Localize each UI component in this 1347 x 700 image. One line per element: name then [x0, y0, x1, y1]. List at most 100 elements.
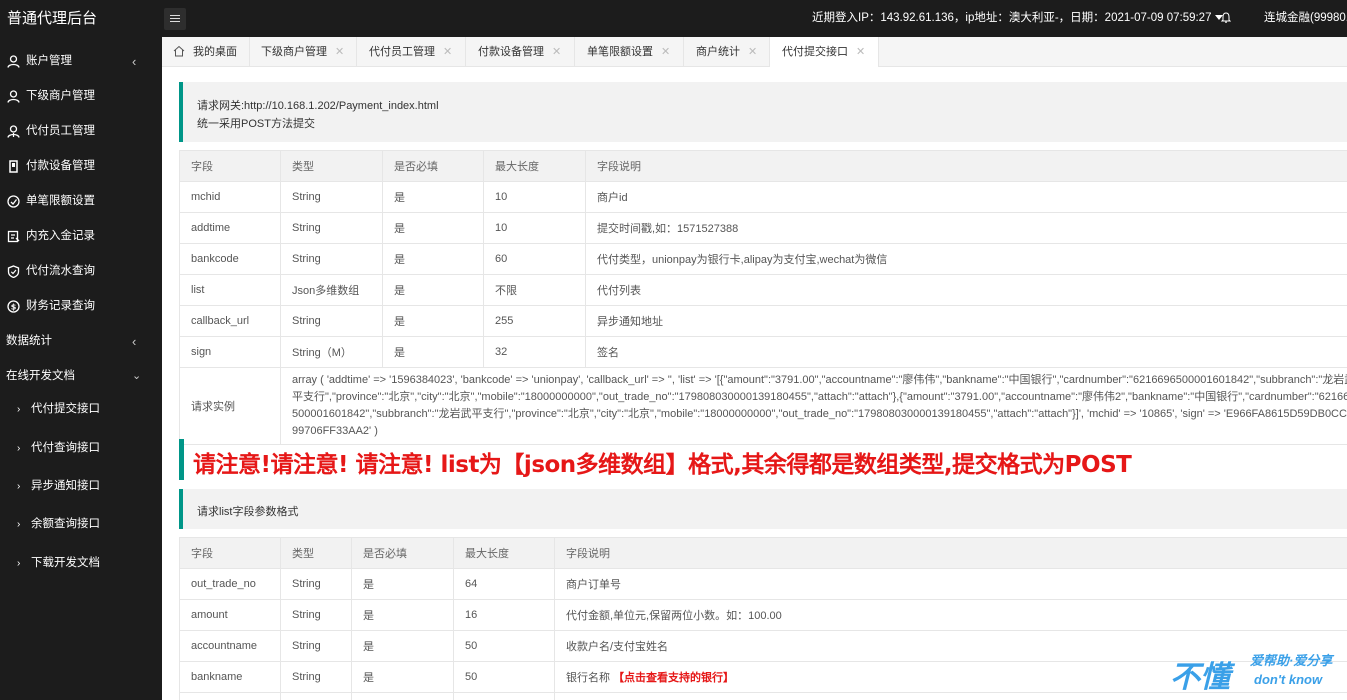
tab-my-desktop[interactable]: 我的桌面 — [162, 37, 250, 67]
sidebar-item-label: 账户管理 — [26, 55, 72, 67]
chevron-down-icon: ⌄ — [132, 370, 142, 382]
user-name[interactable]: 连城金融(99980.5 — [1264, 0, 1347, 37]
tab-payout-staff[interactable]: 代付员工管理 ✕ — [357, 37, 466, 67]
table-header: 字段 — [179, 537, 281, 569]
watermark-subtext: don't know — [1254, 672, 1323, 687]
table-cell: 不限 — [483, 274, 586, 306]
table-cell: 是 — [351, 599, 454, 631]
sidebar-item-sub-merchant[interactable]: 下级商户管理 — [0, 79, 162, 114]
brand-title: 普通代理后台 — [7, 10, 98, 27]
table-header: 字段说明 — [585, 150, 1347, 182]
tab-sub-merchant[interactable]: 下级商户管理 ✕ — [250, 37, 357, 67]
sidebar-item-label: 代付员工管理 — [26, 125, 95, 137]
main-content: 请求网关:http://10.168.1.202/Payment_index.h… — [162, 67, 1347, 700]
table-cell: 商户订单号 — [554, 568, 1347, 600]
users-icon — [7, 125, 20, 138]
table-cell: 64 — [453, 568, 555, 600]
gauge-icon — [7, 195, 20, 208]
money-icon: $ — [7, 300, 20, 313]
table-cell — [280, 692, 352, 700]
table-cell: 代付金额,单位元,保留两位小数。如：100.00 — [554, 599, 1347, 631]
watermark-logo: 不懂 爱帮助·爱分享 don't know — [1170, 648, 1340, 698]
table-cell: String — [280, 243, 383, 275]
table-cell: 255 — [483, 305, 586, 337]
table-cell: 提交时间戳,如：1571527388 — [585, 212, 1347, 244]
sidebar-item-label: 单笔限额设置 — [26, 195, 95, 207]
sidebar-item-payout-flow[interactable]: 代付流水查询 — [0, 254, 162, 289]
record-icon — [7, 230, 20, 243]
bell-icon[interactable] — [1221, 12, 1231, 24]
close-icon[interactable]: ✕ — [335, 46, 344, 58]
tab-payout-submit[interactable]: 代付提交接口 ✕ — [770, 37, 879, 68]
table-cell: String — [280, 661, 352, 693]
sidebar-group-label: 在线开发文档 — [6, 370, 75, 382]
table-cell: 16 — [453, 599, 555, 631]
sidebar-subitem-async-notify[interactable]: › 异步通知接口 — [0, 469, 162, 504]
menu-toggle-button[interactable] — [164, 8, 186, 30]
tab-payment-device[interactable]: 付款设备管理 ✕ — [466, 37, 575, 67]
table-cell: 是 — [351, 630, 454, 662]
table-header: 字段 — [179, 150, 281, 182]
sidebar-subitem-balance-query[interactable]: › 余额查询接口 — [0, 507, 162, 542]
sidebar-subitem-label: 下载开发文档 — [31, 557, 100, 569]
tab-label: 代付员工管理 — [369, 46, 435, 58]
table-cell: 10 — [483, 181, 586, 213]
sidebar-group-dev-docs[interactable]: 在线开发文档 ⌄ — [0, 359, 162, 394]
sidebar-item-payout-staff[interactable]: 代付员工管理 — [0, 114, 162, 149]
sidebar-subitem-payout-query[interactable]: › 代付查询接口 — [0, 431, 162, 466]
sidebar-subitem-label: 异步通知接口 — [31, 480, 100, 492]
sidebar-item-label: 付款设备管理 — [26, 160, 95, 172]
sidebar-item-payment-device[interactable]: 付款设备管理 — [0, 149, 162, 184]
table-cell: mchid — [179, 181, 281, 213]
sidebar-subitem-label: 代付提交接口 — [31, 403, 100, 415]
sidebar-group-statistics[interactable]: 数据统计 ‹ — [0, 324, 162, 359]
sidebar-item-deposit-records[interactable]: 内充入金记录 — [0, 219, 162, 254]
chevron-left-icon: ‹ — [132, 334, 137, 349]
close-icon[interactable]: ✕ — [856, 46, 865, 58]
chevron-left-icon: ‹ — [132, 54, 137, 69]
shield-icon — [7, 265, 20, 278]
sidebar-subitem-payout-submit[interactable]: › 代付提交接口 — [0, 392, 162, 427]
sidebar-item-account[interactable]: 账户管理 ‹ — [0, 44, 162, 79]
login-info[interactable]: 近期登入IP：143.92.61.136，ip地址：澳大利亚-，日期：2021-… — [812, 0, 1224, 37]
table-cell: String — [280, 630, 352, 662]
table-cell: 是 — [382, 336, 484, 368]
table-row: out_trade_no String 是 64 商户订单号 — [179, 568, 1347, 600]
chevron-right-icon: › — [17, 404, 21, 415]
supported-banks-link[interactable]: 【点击查看支持的银行】 — [613, 672, 734, 684]
table-row: list Json多维数组 是 不限 代付列表 — [179, 274, 1347, 306]
table-header: 是否必填 — [382, 150, 484, 182]
tab-label: 我的桌面 — [193, 46, 237, 58]
login-info-text: 近期登入IP：143.92.61.136，ip地址：澳大利亚-，日期：2021-… — [812, 12, 1212, 24]
table-cell: String（M） — [280, 336, 383, 368]
close-icon[interactable]: ✕ — [748, 46, 757, 58]
tab-label: 商户统计 — [696, 46, 740, 58]
table-row-example: 请求实例 array ( 'addtime' => '1596384023', … — [179, 367, 1347, 445]
sidebar-item-single-limit[interactable]: 单笔限额设置 — [0, 184, 162, 219]
sidebar-subitem-download-docs[interactable]: › 下载开发文档 — [0, 546, 162, 581]
table-cell: String — [280, 305, 383, 337]
table-cell: callback_url — [179, 305, 281, 337]
sidebar-item-finance-records[interactable]: $ 财务记录查询 — [0, 289, 162, 324]
chevron-right-icon: › — [17, 443, 21, 454]
table-cell: amount — [179, 599, 281, 631]
sidebar-group-label: 数据统计 — [6, 335, 52, 347]
tab-merchant-stats[interactable]: 商户统计 ✕ — [684, 37, 770, 67]
table-cell: 商户id — [585, 181, 1347, 213]
tab-bar: 我的桌面 下级商户管理 ✕ 代付员工管理 ✕ 付款设备管理 ✕ 单笔限额设置 ✕ 商户统… — [162, 37, 1347, 68]
example-code: array ( 'addtime' => '1596384023', 'bank… — [280, 367, 1347, 445]
table-cell: String — [280, 181, 383, 213]
tab-single-limit[interactable]: 单笔限额设置 ✕ — [575, 37, 684, 67]
table-cell: String — [280, 568, 352, 600]
close-icon[interactable]: ✕ — [443, 46, 452, 58]
table-header-row: 字段 类型 是否必填 最大长度 字段说明 — [179, 150, 1347, 182]
table-cell: 是 — [382, 243, 484, 275]
table-cell: out_trade_no — [179, 568, 281, 600]
sidebar-item-label: 下级商户管理 — [26, 90, 95, 102]
close-icon[interactable]: ✕ — [552, 46, 561, 58]
table-cell: bankcode — [179, 243, 281, 275]
post-method-note: 统一采用POST方法提交 — [197, 118, 315, 130]
table-header-row: 字段 类型 是否必填 最大长度 字段说明 — [179, 537, 1347, 569]
table-header: 类型 — [280, 150, 383, 182]
close-icon[interactable]: ✕ — [661, 46, 670, 58]
